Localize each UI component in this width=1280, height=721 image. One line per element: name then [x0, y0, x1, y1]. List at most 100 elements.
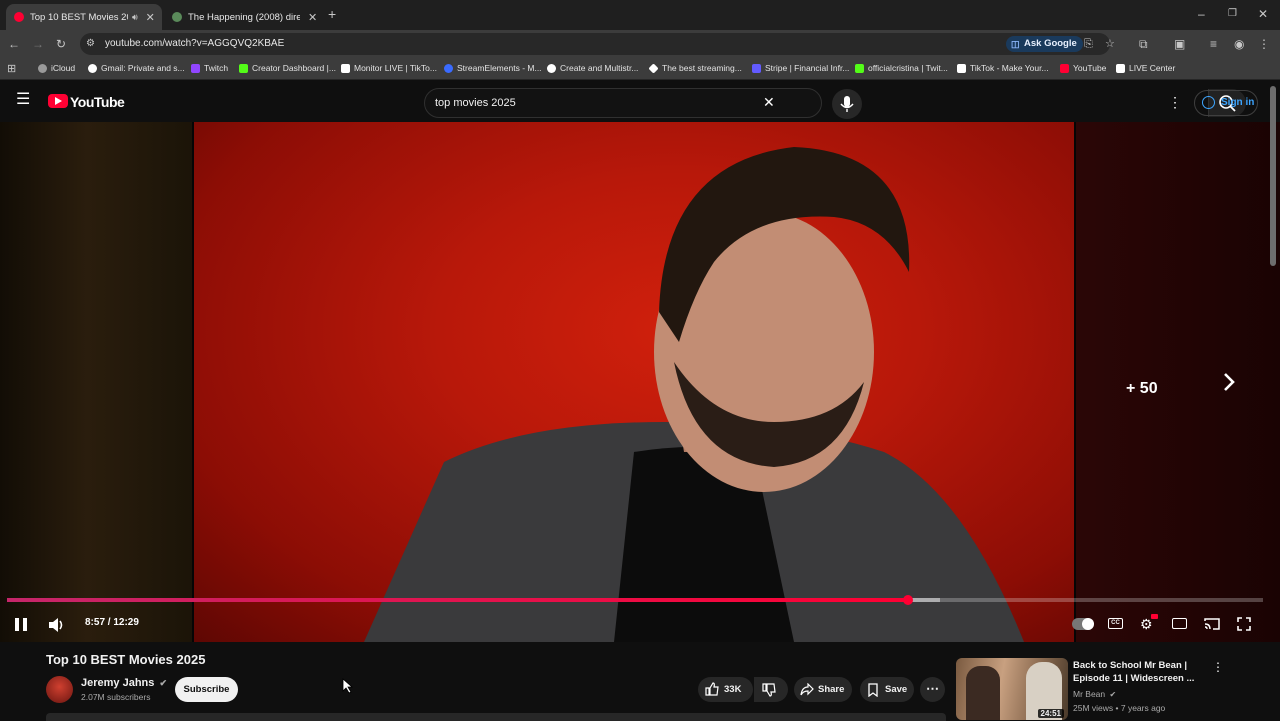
profile-icon[interactable]: ◉ — [1234, 37, 1244, 51]
audio-playing-icon[interactable]: 🔊︎ — [132, 12, 138, 23]
bookmark-stripe[interactable]: Stripe | Financial Infr... — [752, 63, 849, 73]
like-count: 33K — [724, 684, 742, 695]
verified-icon: ✔ — [159, 678, 167, 688]
tiktok-icon — [957, 63, 966, 73]
sign-in-label: Sign in — [1221, 97, 1255, 108]
address-bar[interactable]: ⚙ youtube.com/watch?v=AGGQVQ2KBAE ◫ Ask … — [80, 33, 1115, 55]
settings-more-icon[interactable]: ⋮ — [1168, 95, 1182, 109]
close-tab-icon[interactable]: ✕ — [308, 11, 317, 24]
bookmark-icloud[interactable]: iCloud — [38, 63, 75, 73]
youtube-logo-text[interactable]: YouTube — [70, 94, 125, 110]
ask-google-button[interactable]: ◫ Ask Google — [1006, 36, 1083, 52]
youtube-favicon-icon — [14, 12, 24, 22]
scrubber-handle[interactable] — [902, 595, 913, 605]
bookmark-streamelements[interactable]: StreamElements - M... — [444, 63, 542, 73]
dislike-button[interactable] — [754, 677, 788, 702]
youtube-logo-icon[interactable] — [48, 94, 68, 108]
chevron-right-icon[interactable] — [1222, 372, 1236, 392]
tab-top-10-best-movies[interactable]: Top 10 BEST Movies 2025 🔊︎ ✕ — [6, 4, 162, 30]
volume-icon[interactable] — [48, 617, 66, 633]
progress-bar[interactable] — [7, 595, 1263, 605]
kick-icon — [239, 63, 248, 73]
captions-icon[interactable]: CC — [1108, 618, 1123, 629]
share-button[interactable]: Share — [794, 677, 852, 702]
minimize-window-icon[interactable]: – — [1198, 7, 1205, 21]
reload-icon[interactable]: ↻ — [56, 37, 66, 51]
search-box[interactable]: top movies 2025 ✕ — [424, 88, 1246, 118]
bookmark-icon — [868, 683, 878, 697]
restore-window-icon[interactable]: ❐ — [1228, 7, 1237, 21]
twitch-icon — [191, 63, 200, 73]
video-title: Top 10 BEST Movies 2025 — [46, 652, 206, 667]
recommended-channel[interactable]: Mr Bean ✔ — [1073, 689, 1116, 699]
miniplayer-icon[interactable] — [1172, 618, 1187, 629]
browser-tab-bar: Top 10 BEST Movies 2025 🔊︎ ✕ The Happeni… — [0, 0, 1280, 30]
video-player[interactable]: + 50 8:57 / 12:29 CC ⚙ — [0, 122, 1280, 642]
close-tab-icon[interactable]: ✕ — [146, 11, 155, 24]
new-tab-icon[interactable]: + — [328, 7, 336, 21]
page-scrollbar[interactable] — [1270, 86, 1276, 266]
presenter-figure — [364, 147, 1024, 642]
menu-icon[interactable]: ☰ — [16, 92, 30, 108]
bookmark-creator-dashboard[interactable]: Creator Dashboard |... — [239, 63, 336, 73]
fullscreen-icon[interactable] — [1237, 617, 1251, 631]
media-controls-icon[interactable]: ≡ — [1210, 37, 1217, 51]
settings-gear-icon[interactable]: ⚙ — [1140, 617, 1153, 631]
autoplay-toggle[interactable] — [1072, 618, 1094, 630]
pause-icon[interactable] — [14, 617, 28, 633]
bookmark-tiktok[interactable]: TikTok - Make Your... — [957, 63, 1049, 73]
tab-the-happening[interactable]: The Happening (2008) directed ✕ — [164, 4, 322, 30]
subscribe-button[interactable]: Subscribe — [175, 677, 238, 702]
extensions-icon[interactable]: ⧉ — [1139, 37, 1148, 51]
account-icon — [1202, 96, 1215, 109]
video-frame-left — [0, 122, 192, 642]
streamelements-icon — [444, 63, 453, 73]
back-arrow-icon[interactable]: ← — [8, 37, 20, 51]
like-button[interactable]: 33K — [698, 677, 753, 702]
verified-icon: ✔ — [1109, 690, 1117, 699]
site-favicon-icon — [172, 12, 182, 22]
sign-in-button[interactable]: Sign in — [1194, 90, 1258, 116]
share-label: Share — [818, 684, 845, 695]
split-view-icon[interactable]: ▣ — [1174, 37, 1185, 51]
bookmark-twitch[interactable]: Twitch — [191, 63, 228, 73]
autoplay-play-icon — [1082, 618, 1094, 630]
recommended-thumbnail[interactable]: 24:51 — [956, 658, 1068, 720]
clear-search-icon[interactable]: ✕ — [763, 95, 775, 109]
seek-forward-label: + 50 — [1126, 380, 1158, 397]
video-frame — [192, 122, 1076, 642]
video-frame-right: + 50 — [1076, 122, 1280, 642]
channel-name[interactable]: Jeremy Jahns ✔ — [81, 677, 167, 689]
youtube-header: ☰ YouTube top movies 2025 ✕ ⋮ Sign in — [0, 80, 1280, 122]
voice-search-button[interactable] — [832, 89, 862, 119]
recommended-more-icon[interactable]: ⋮ — [1212, 660, 1224, 674]
search-input[interactable]: top movies 2025 — [435, 97, 516, 109]
restream-icon — [547, 63, 556, 73]
bookmark-youtube[interactable]: YouTube — [1060, 63, 1106, 73]
bookmark-star-icon[interactable]: ☆ — [1105, 37, 1115, 51]
apps-grid-icon[interactable]: ⊞ — [7, 62, 16, 76]
time-display: 8:57 / 12:29 — [85, 617, 139, 628]
save-button[interactable]: Save — [860, 677, 914, 702]
cast-icon[interactable] — [1204, 617, 1220, 631]
browser-toolbar: ← → ↻ ⚙ youtube.com/watch?v=AGGQVQ2KBAE … — [0, 30, 1280, 58]
bookmark-monitor-live[interactable]: Monitor LIVE | TikTo... — [341, 63, 437, 73]
chrome-menu-icon[interactable]: ⋮ — [1258, 37, 1270, 51]
youtube-icon — [1060, 63, 1069, 73]
google-lens-icon: ◫ — [1011, 39, 1020, 49]
bookmark-best-streaming[interactable]: The best streaming... — [648, 62, 742, 74]
bookmark-gmail[interactable]: Gmail: Private and s... — [88, 63, 185, 73]
forward-arrow-icon[interactable]: → — [32, 37, 44, 51]
install-app-icon[interactable]: ⎘ — [1084, 37, 1093, 51]
site-info-icon[interactable]: ⚙ — [86, 37, 95, 51]
close-window-icon[interactable]: ✕ — [1258, 7, 1268, 21]
bookmark-create-multistream[interactable]: Create and Multistr... — [547, 63, 638, 73]
kick-icon — [855, 63, 864, 73]
bookmark-live-center[interactable]: LIVE Center — [1116, 63, 1175, 73]
bookmark-officialcristina[interactable]: officialcristina | Twit... — [855, 63, 948, 73]
stripe-icon — [752, 63, 761, 73]
recommended-title[interactable]: Back to School Mr Bean | Episode 11 | Wi… — [1073, 659, 1203, 685]
channel-avatar[interactable] — [46, 676, 73, 703]
save-label: Save — [885, 684, 908, 695]
more-actions-icon[interactable]: ⋯ — [920, 677, 945, 702]
